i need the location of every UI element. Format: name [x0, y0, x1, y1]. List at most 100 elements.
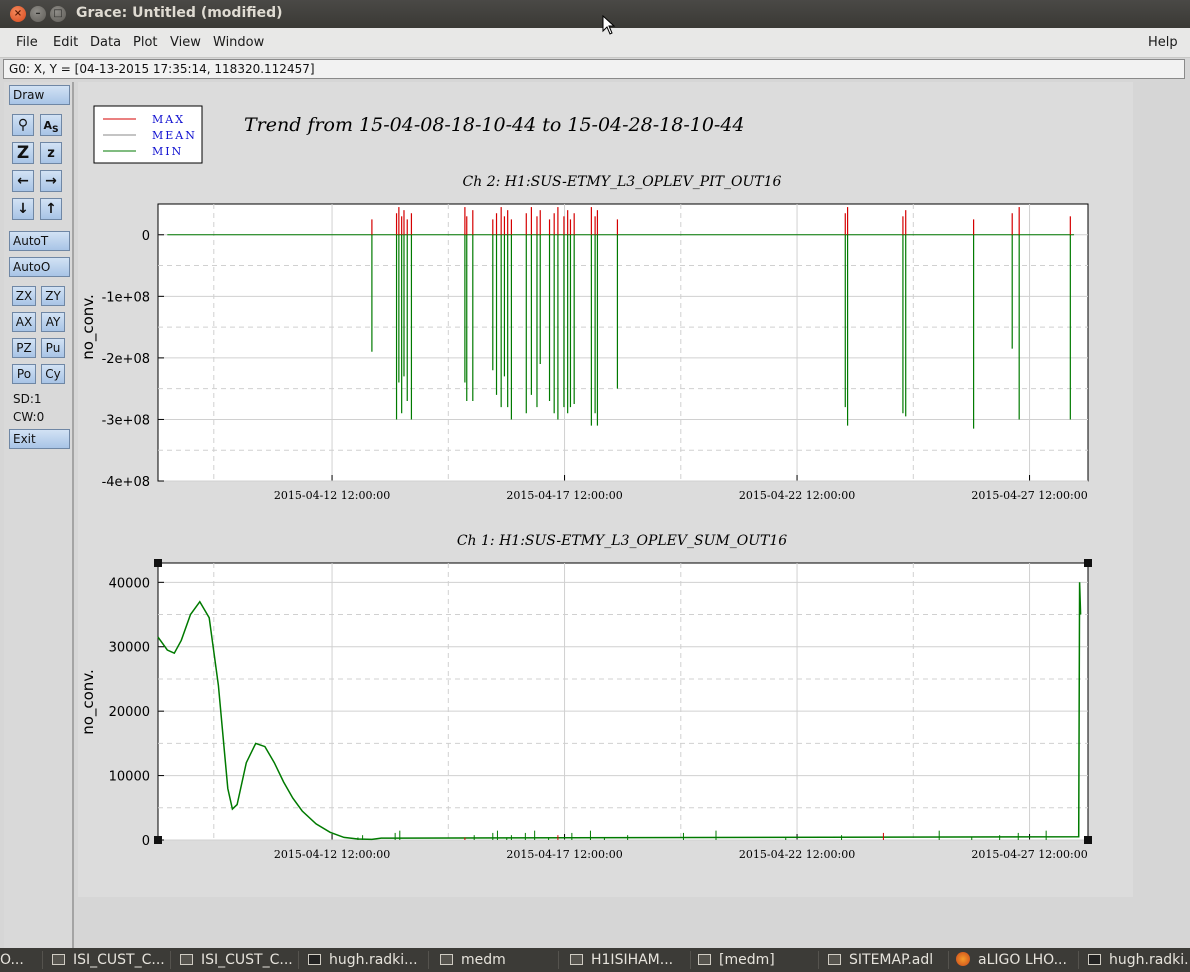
up-arrow-icon: ↑ [45, 201, 57, 217]
chart1-x-tick-label: 2015-04-17 12:00:00 [506, 489, 622, 502]
zoom-out-button[interactable]: z [40, 142, 62, 164]
chart1-y-tick-label: -1e+08 [102, 290, 150, 305]
set-default-label: SD:1 [13, 392, 42, 406]
menu-file[interactable]: File [16, 35, 38, 50]
taskbar-item-o[interactable]: O... [0, 948, 40, 972]
scroll-left-button[interactable]: ← [12, 170, 34, 192]
window-icon [52, 954, 65, 965]
legend-min-label: MIN [152, 145, 183, 158]
mouse-pointer-icon [602, 15, 616, 35]
menu-plot[interactable]: Plot [133, 35, 158, 50]
current-world-label: CW:0 [13, 410, 45, 424]
chart1-y-tick-label: 0 [142, 229, 150, 244]
taskbar-item-terminal-2[interactable]: hugh.radki... [1088, 948, 1190, 972]
minimize-window-icon[interactable]: – [30, 6, 46, 22]
maximize-window-icon[interactable]: □ [50, 6, 66, 22]
chart2-title: Ch 1: H1:SUS-ETMY_L3_OPLEV_SUM_OUT16 [457, 533, 787, 549]
chart2-ylabel: no_conv. [79, 669, 98, 735]
zy-button[interactable]: ZY [41, 286, 65, 306]
chart2-x-tick-label: 2015-04-22 12:00:00 [739, 848, 855, 861]
chart2-selection-handle [154, 559, 162, 567]
chart2-y-tick-label: 40000 [109, 576, 150, 591]
terminal-icon [308, 954, 321, 965]
menu-window[interactable]: Window [213, 35, 264, 50]
terminal-icon [1088, 954, 1101, 965]
canvas-margin [1133, 82, 1185, 948]
legend-max-label: MAX [152, 113, 185, 126]
scroll-right-button[interactable]: → [40, 170, 62, 192]
ay-button[interactable]: AY [41, 312, 65, 332]
chart2-y-tick-label: 30000 [109, 641, 150, 656]
chart2-selection-handle [1084, 836, 1092, 844]
zoom-out-icon: z [47, 146, 55, 161]
plot-svg: MAX MEAN MIN Trend from 15-04-08-18-10-4… [79, 105, 1092, 861]
taskbar-item-medm[interactable]: medm [440, 948, 555, 972]
taskbar-item-medm-bracketed[interactable]: [medm] [698, 948, 818, 972]
chart2-selection-handle [1084, 559, 1092, 567]
chart1-frame [157, 203, 1089, 482]
chart2-y-tick-label: 10000 [109, 770, 150, 785]
chart1-title: Ch 2: H1:SUS-ETMY_L3_OPLEV_PIT_OUT16 [463, 174, 782, 190]
firefox-icon [956, 952, 970, 966]
chart2-x-tick-label: 2015-04-17 12:00:00 [506, 848, 622, 861]
chart2-y-tick-label: 0 [142, 834, 150, 849]
ax-button[interactable]: AX [12, 312, 36, 332]
text-icon: AS [43, 119, 59, 136]
zoom-button[interactable]: ⚲ [12, 114, 34, 136]
down-arrow-icon: ↓ [17, 201, 29, 217]
taskbar-item-firefox[interactable]: aLIGO LHO... [956, 948, 1078, 972]
chart2-x-tick-label: 2015-04-12 12:00:00 [274, 848, 390, 861]
chart1-ylabel: no_conv. [79, 294, 98, 360]
pu-button[interactable]: Pu [41, 338, 65, 358]
tool-panel: Draw ⚲ AS Z z ← → ↓ ↑ AutoT AutoO ZX ZY … [4, 82, 74, 948]
po-button[interactable]: Po [12, 364, 36, 384]
text-button[interactable]: AS [40, 114, 62, 136]
chart1-x-tick-label: 2015-04-22 12:00:00 [739, 489, 855, 502]
autoscale-on-button[interactable]: AutoO [9, 257, 70, 277]
chart2-frame [157, 562, 1089, 841]
chart2-plot: 2015-04-12 12:00:00 2015-04-17 12:00:00 20… [109, 559, 1092, 861]
menu-data[interactable]: Data [90, 35, 121, 50]
window-title: Grace: Untitled (modified) [76, 5, 283, 21]
draw-button[interactable]: Draw [9, 85, 70, 105]
chart2-y-tick-label: 20000 [109, 705, 150, 720]
window-icon [698, 954, 711, 965]
legend-mean-label: MEAN [152, 129, 197, 142]
figure-title: Trend from 15-04-08-18-10-44 to 15-04-28… [244, 114, 745, 136]
graph-canvas[interactable]: MAX MEAN MIN Trend from 15-04-08-18-10-4… [78, 82, 1133, 897]
autoscale-ticks-button[interactable]: AutoT [9, 231, 70, 251]
menu-help[interactable]: Help [1148, 35, 1178, 50]
taskbar: O... ISI_CUST_C... ISI_CUST_C... hugh.ra… [0, 948, 1190, 972]
taskbar-item-isi-cust-1[interactable]: ISI_CUST_C... [52, 948, 167, 972]
taskbar-item-isi-cust-2[interactable]: ISI_CUST_C... [180, 948, 295, 972]
chart1-x-tick-label: 2015-04-27 12:00:00 [971, 489, 1087, 502]
chart2-x-tick-label: 2015-04-27 12:00:00 [971, 848, 1087, 861]
close-window-icon[interactable]: × [10, 6, 26, 22]
scroll-down-button[interactable]: ↓ [12, 198, 34, 220]
exit-button[interactable]: Exit [9, 429, 70, 449]
taskbar-item-terminal-1[interactable]: hugh.radki... [308, 948, 423, 972]
taskbar-item-sitemap[interactable]: SITEMAP.adl [828, 948, 948, 972]
chart1-y-tick-label: -2e+08 [102, 352, 150, 367]
menu-bar: File Edit Data Plot View Window Help [0, 28, 1190, 58]
pz-button[interactable]: PZ [12, 338, 36, 358]
taskbar-item-h1isiham[interactable]: H1ISIHAM... [570, 948, 690, 972]
zx-button[interactable]: ZX [12, 286, 36, 306]
window-icon [180, 954, 193, 965]
grace-window: × – □ Grace: Untitled (modified) File Ed… [0, 0, 1190, 972]
title-bar: × – □ Grace: Untitled (modified) [0, 0, 1190, 28]
menu-edit[interactable]: Edit [53, 35, 78, 50]
zoom-in-button[interactable]: Z [12, 142, 34, 164]
window-icon [570, 954, 583, 965]
chart1-y-tick-label: -4e+08 [102, 475, 150, 490]
window-icon [440, 954, 453, 965]
chart1-y-tick-label: -3e+08 [102, 413, 150, 428]
scroll-up-button[interactable]: ↑ [40, 198, 62, 220]
right-arrow-icon: → [45, 173, 57, 189]
cy-button[interactable]: Cy [41, 364, 65, 384]
zoom-in-icon: Z [16, 143, 30, 163]
menu-view[interactable]: View [170, 35, 201, 50]
chart1-plot: 2015-04-12 12:00:00 2015-04-17 12:00:00 20… [102, 203, 1089, 502]
window-icon [828, 954, 841, 965]
left-arrow-icon: ← [17, 173, 29, 189]
